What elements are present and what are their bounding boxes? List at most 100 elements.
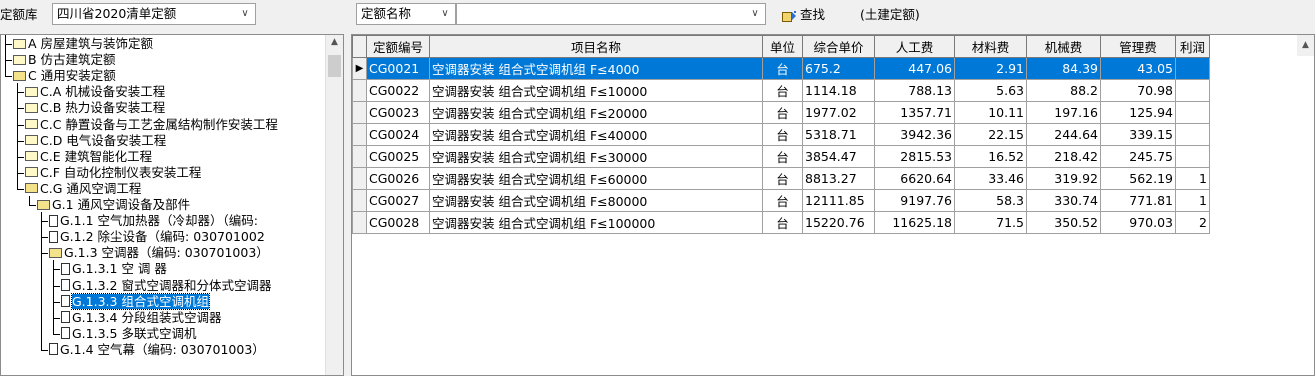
table-cell[interactable]: 70.98 [1100, 79, 1176, 102]
table-row[interactable]: CG0023 空调器安装 组合式空调机组 F≤20000 台 1977.02 1357.… [352, 101, 1210, 124]
table-cell[interactable]: 台 [762, 123, 803, 146]
table-cell[interactable]: 675.2 [802, 57, 875, 80]
table-cell[interactable]: 6620.64 [874, 167, 955, 190]
column-header[interactable]: 定额编号 [366, 35, 430, 58]
table-cell[interactable]: 空调器安装 组合式空调机组 F≤60000 [429, 167, 763, 190]
table-cell[interactable]: 244.64 [1026, 123, 1101, 146]
tree-node[interactable]: C.G 通风空调工程 [25, 181, 141, 197]
find-button[interactable]: 查找 [782, 6, 825, 24]
scroll-up-icon[interactable]: ▲ [326, 37, 343, 47]
table-cell[interactable]: 771.81 [1100, 189, 1176, 212]
table-cell[interactable]: CG0025 [366, 145, 430, 168]
table-cell[interactable] [1175, 123, 1210, 146]
table-cell[interactable]: 330.74 [1026, 189, 1101, 212]
table-cell[interactable]: 12111.85 [802, 189, 875, 212]
library-select[interactable]: 四川省2020清单定额 ∨ [52, 3, 256, 25]
table-cell[interactable]: 1 [1175, 189, 1210, 212]
table-cell[interactable]: 43.05 [1100, 57, 1176, 80]
table-cell[interactable]: 空调器安装 组合式空调机组 F≤100000 [429, 211, 763, 234]
table-cell[interactable]: 空调器安装 组合式空调机组 F≤4000 [429, 57, 763, 80]
row-indicator[interactable] [352, 101, 367, 124]
table-cell[interactable]: 218.42 [1026, 145, 1101, 168]
scroll-up-icon[interactable]: ▲ [1297, 35, 1314, 56]
table-cell[interactable] [1175, 57, 1210, 80]
table-cell[interactable]: 11625.18 [874, 211, 955, 234]
table-cell[interactable]: 16.52 [954, 145, 1027, 168]
table-cell[interactable]: 台 [762, 101, 803, 124]
table-cell[interactable]: 970.03 [1100, 211, 1176, 234]
table-cell[interactable]: 空调器安装 组合式空调机组 F≤20000 [429, 101, 763, 124]
column-header[interactable]: 单位 [762, 35, 803, 58]
row-indicator[interactable] [352, 167, 367, 190]
table-cell[interactable]: 245.75 [1100, 145, 1176, 168]
tree-node[interactable]: G.1.3.5 多联式空调机 [61, 326, 196, 342]
table-cell[interactable]: CG0027 [366, 189, 430, 212]
tree-node[interactable]: G.1.3.3 组合式空调机组 [61, 292, 210, 310]
table-cell[interactable]: 空调器安装 组合式空调机组 F≤40000 [429, 123, 763, 146]
table-cell[interactable]: CG0022 [366, 79, 430, 102]
row-indicator[interactable] [352, 123, 367, 146]
chevron-down-icon[interactable]: ∨ [435, 4, 455, 24]
tree-node[interactable]: G.1.4 空气幕（编码: 030701003） [49, 342, 265, 358]
table-cell[interactable]: 10.11 [954, 101, 1027, 124]
table-cell[interactable]: 空调器安装 组合式空调机组 F≤10000 [429, 79, 763, 102]
row-pointer-icon[interactable]: ▶ [352, 57, 367, 80]
table-cell[interactable]: 5318.71 [802, 123, 875, 146]
tree-node[interactable]: G.1 通风空调设备及部件 [37, 197, 190, 213]
filter-field-select[interactable]: 定额名称 ∨ [356, 3, 456, 25]
table-cell[interactable]: CG0028 [366, 211, 430, 234]
table-cell[interactable]: CG0021 [366, 57, 430, 80]
table-cell[interactable]: 71.5 [954, 211, 1027, 234]
scroll-thumb[interactable] [328, 55, 341, 77]
chevron-down-icon[interactable]: ∨ [745, 4, 765, 24]
table-row[interactable]: CG0028 空调器安装 组合式空调机组 F≤100000 台 15220.76 116… [352, 211, 1210, 234]
column-header[interactable]: 综合单价 [802, 35, 875, 58]
tree-node[interactable]: G.1.3.1 空 调 器 [61, 261, 167, 277]
tree-node[interactable]: G.1.2 除尘设备（编码: 030701002 [49, 229, 265, 245]
table-cell[interactable]: 788.13 [874, 79, 955, 102]
tree-node[interactable]: C.B 热力设备安装工程 [25, 100, 165, 116]
table-cell[interactable]: 447.06 [874, 57, 955, 80]
column-header[interactable]: 人工费 [874, 35, 955, 58]
tree-node[interactable]: C.D 电气设备安装工程 [25, 133, 166, 149]
table-cell[interactable]: 84.39 [1026, 57, 1101, 80]
table-cell[interactable]: 1 [1175, 167, 1210, 190]
quota-grid[interactable]: 定额编号 项目名称 单位 综合单价 人工费 材料费 机械费 管理费 利润 ▶ CG0021 空调器安… [351, 34, 1315, 376]
table-cell[interactable]: 125.94 [1100, 101, 1176, 124]
table-cell[interactable] [1175, 145, 1210, 168]
table-cell[interactable]: 15220.76 [802, 211, 875, 234]
tree-node[interactable]: C.E 建筑智能化工程 [25, 149, 152, 165]
chevron-down-icon[interactable]: ∨ [235, 4, 255, 24]
tree-node[interactable]: G.1.3 空调器（编码: 030701003） [49, 245, 269, 261]
table-row[interactable]: CG0022 空调器安装 组合式空调机组 F≤10000 台 1114.18 788.1… [352, 79, 1210, 102]
column-header[interactable]: 利润 [1175, 35, 1210, 58]
table-cell[interactable]: 197.16 [1026, 101, 1101, 124]
search-input[interactable]: ∨ [456, 3, 766, 25]
table-cell[interactable]: 空调器安装 组合式空调机组 F≤30000 [429, 145, 763, 168]
table-cell[interactable]: 319.92 [1026, 167, 1101, 190]
table-cell[interactable]: 空调器安装 组合式空调机组 F≤80000 [429, 189, 763, 212]
quota-tree[interactable]: ▲ A 房屋建筑与装饰定额 B 仿古建筑定额 C 通用安装定额 C.A 机械设备安装工… [0, 34, 344, 376]
table-row[interactable]: CG0027 空调器安装 组合式空调机组 F≤80000 台 12111.85 9197… [352, 189, 1210, 212]
table-cell[interactable]: 3942.36 [874, 123, 955, 146]
table-row[interactable]: CG0024 空调器安装 组合式空调机组 F≤40000 台 5318.71 3942.… [352, 123, 1210, 146]
column-header[interactable]: 管理费 [1100, 35, 1176, 58]
table-cell[interactable] [1175, 79, 1210, 102]
table-cell[interactable]: 3854.47 [802, 145, 875, 168]
table-cell[interactable]: 1357.71 [874, 101, 955, 124]
row-indicator[interactable] [352, 211, 367, 234]
row-indicator[interactable] [352, 145, 367, 168]
tree-node[interactable]: C.F 自动化控制仪表安装工程 [25, 165, 201, 181]
tree-node[interactable]: B 仿古建筑定额 [13, 52, 116, 68]
row-indicator[interactable] [352, 189, 367, 212]
table-cell[interactable]: 台 [762, 167, 803, 190]
tree-node[interactable]: G.1.3.4 分段组装式空调器 [61, 310, 221, 326]
tree-node[interactable]: C 通用安装定额 [13, 68, 116, 84]
table-cell[interactable]: 5.63 [954, 79, 1027, 102]
tree-node[interactable]: G.1.1 空气加热器（冷却器）（编码: [49, 213, 258, 229]
table-cell[interactable]: 350.52 [1026, 211, 1101, 234]
table-cell[interactable]: CG0023 [366, 101, 430, 124]
row-indicator[interactable] [352, 79, 367, 102]
table-cell[interactable]: 8813.27 [802, 167, 875, 190]
table-cell[interactable]: 台 [762, 211, 803, 234]
